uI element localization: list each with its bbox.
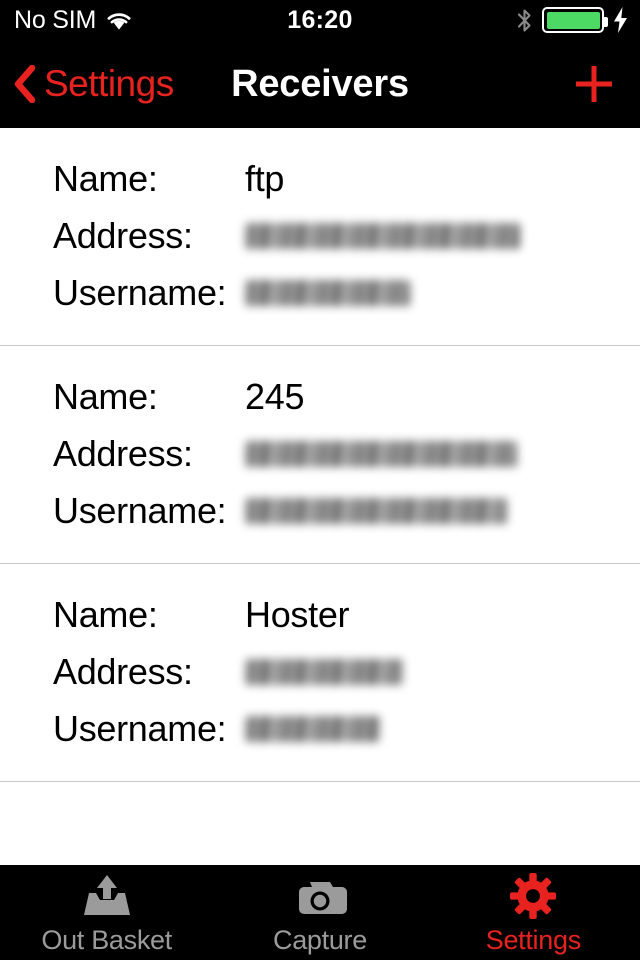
tab-capture[interactable]: Capture xyxy=(213,865,426,960)
receiver-list-item[interactable]: Name: Hoster Address: Username: xyxy=(0,563,640,782)
clock-label: 16:20 xyxy=(287,5,353,34)
username-label: Username: xyxy=(53,707,227,749)
battery-fill xyxy=(546,11,600,29)
name-row: Name: ftp xyxy=(30,150,640,207)
tab-out-basket[interactable]: Out Basket xyxy=(0,865,213,960)
username-row: Username: xyxy=(30,482,640,539)
page-title: Receivers xyxy=(231,62,409,105)
username-label: Username: xyxy=(53,271,227,313)
app-screen: No SIM 16:20 Settings Receivers Name: ft… xyxy=(0,0,640,960)
receivers-list[interactable]: Name: ftp Address: Username: Name: 245 A… xyxy=(0,128,640,865)
tab-label: Out Basket xyxy=(41,925,172,955)
address-label: Address: xyxy=(53,432,193,474)
camera-icon xyxy=(293,873,347,919)
address-label: Address: xyxy=(53,214,193,256)
tab-bar: Out Basket Capture Settings xyxy=(0,865,640,960)
name-value: Hoster xyxy=(245,593,350,635)
name-label: Name: xyxy=(53,593,158,635)
address-row: Address: xyxy=(30,207,640,264)
battery-icon xyxy=(542,7,608,33)
address-label: Address: xyxy=(53,650,193,692)
name-label: Name: xyxy=(53,375,158,417)
bluetooth-icon xyxy=(517,8,531,32)
navigation-bar: Settings Receivers xyxy=(0,40,640,128)
name-row: Name: 245 xyxy=(30,368,640,425)
name-row: Name: Hoster xyxy=(30,586,640,643)
status-bar-right xyxy=(516,7,628,33)
lightning-bolt-icon xyxy=(614,7,627,33)
address-row: Address: xyxy=(30,425,640,482)
username-label: Username: xyxy=(53,489,227,531)
name-value: 245 xyxy=(245,375,305,417)
outbox-upload-icon xyxy=(79,873,135,919)
name-label: Name: xyxy=(53,157,158,199)
gear-icon xyxy=(508,873,558,919)
plus-icon xyxy=(576,66,612,102)
name-value: ftp xyxy=(245,157,285,199)
username-row: Username: xyxy=(30,700,640,757)
add-receiver-button[interactable] xyxy=(570,40,618,128)
address-row: Address: xyxy=(30,643,640,700)
receiver-list-item[interactable]: Name: ftp Address: Username: xyxy=(0,128,640,345)
status-bar: No SIM 16:20 xyxy=(0,0,640,40)
tab-label: Capture xyxy=(273,925,367,955)
tab-label: Settings xyxy=(485,925,581,955)
receiver-list-item[interactable]: Name: 245 Address: Username: xyxy=(0,345,640,563)
tab-settings[interactable]: Settings xyxy=(427,865,640,960)
username-row: Username: xyxy=(30,264,640,321)
